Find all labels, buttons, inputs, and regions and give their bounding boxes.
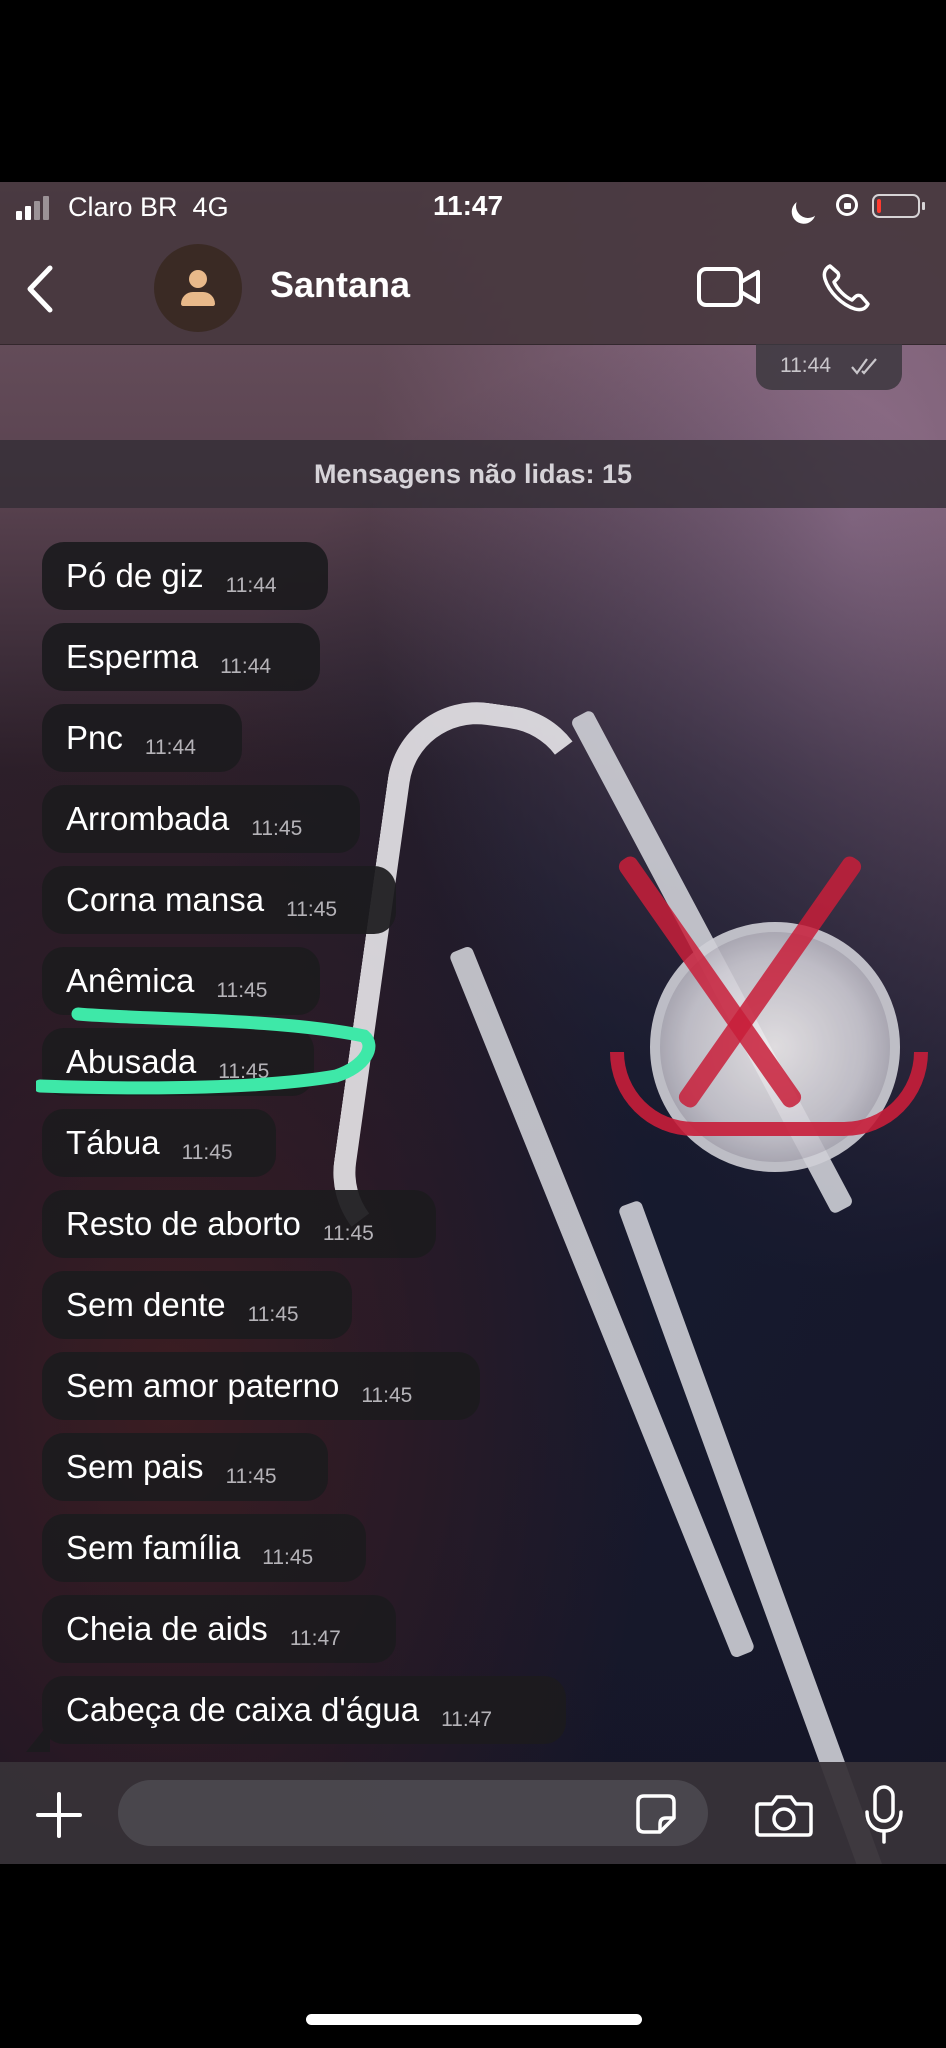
avatar-person-icon [189,270,207,288]
phone-icon[interactable] [818,260,874,316]
message-bubble[interactable]: Sem pais 11:45 [42,1433,328,1501]
message-bubble[interactable]: Sem amor paterno 11:45 [42,1352,480,1420]
message-text: Sem família [66,1529,241,1566]
message-time: 11:45 [181,1141,233,1164]
message-time: 11:45 [286,898,338,921]
message-time: 11:45 [225,1465,277,1488]
message-text: Arrombada [66,800,230,837]
message-text: Tábua [66,1124,160,1161]
contact-name[interactable]: Santana [270,264,410,306]
chevron-left-icon[interactable] [22,262,62,316]
message-bubble[interactable]: Tábua 11:45 [42,1109,276,1177]
network-type: 4G [192,192,229,222]
message-text: Esperma [66,638,199,675]
message-bubble[interactable]: Arrombada 11:45 [42,785,360,853]
message-time: 11:45 [218,1060,270,1083]
battery-level [877,199,881,213]
orientation-lock-icon [836,194,858,216]
message-bubble[interactable]: Pnc 11:44 [42,704,242,772]
message-text: Abusada [66,1043,197,1080]
message-time: 11:47 [441,1708,493,1731]
unread-messages-banner: Mensagens não lidas: 15 [0,440,946,508]
message-text: Sem amor paterno [66,1367,340,1404]
message-bubble[interactable]: Sem família 11:45 [42,1514,366,1582]
avatar[interactable] [154,244,242,332]
message-text: Cabeça de caixa d'água [66,1691,420,1728]
message-time: 11:45 [216,979,268,1002]
chat-header [0,234,946,345]
home-indicator[interactable] [306,2014,642,2025]
message-time: 11:45 [251,817,303,840]
message-time: 11:44 [780,354,831,377]
battery-icon [872,194,925,218]
message-time: 11:47 [289,1627,341,1650]
status-time: 11:47 [433,190,504,221]
plus-icon[interactable] [34,1790,84,1840]
message-text: Sem dente [66,1286,226,1323]
message-bubble[interactable]: Cheia de aids 11:47 [42,1595,396,1663]
message-bubble[interactable]: Resto de aborto 11:45 [42,1190,436,1258]
message-bubble[interactable]: Cabeça de caixa d'água 11:47 [42,1676,566,1744]
message-bubble[interactable]: Anêmica 11:45 [42,947,320,1015]
message-text: Pó de giz [66,557,204,594]
message-input[interactable] [118,1780,708,1846]
microphone-icon[interactable] [862,1784,906,1846]
message-time: 11:45 [322,1222,374,1245]
message-time: 11:44 [225,574,277,597]
camera-icon[interactable] [754,1792,814,1838]
message-time: 11:45 [247,1303,299,1326]
message-text: Cheia de aids [66,1610,268,1647]
message-bubble[interactable]: Abusada 11:45 [42,1028,314,1096]
message-bubble[interactable]: Corna mansa 11:45 [42,866,396,934]
message-time: 11:44 [220,655,272,678]
sticker-icon[interactable] [634,1792,678,1836]
message-time: 11:45 [361,1384,413,1407]
video-camera-icon[interactable] [696,264,762,310]
message-bubble[interactable]: Sem dente 11:45 [42,1271,352,1339]
message-bubble[interactable]: Esperma 11:44 [42,623,320,691]
avatar-person-icon-body [181,292,215,306]
double-check-icon [851,358,877,375]
message-bubble[interactable]: Pó de giz 11:44 [42,542,328,610]
message-text: Anêmica [66,962,195,999]
message-time: 11:44 [144,736,196,759]
message-text: Resto de aborto [66,1205,301,1242]
message-time: 11:45 [262,1546,314,1569]
carrier-label: Claro BR 4G [68,192,229,222]
message-text: Pnc [66,719,123,756]
message-text: Sem pais [66,1448,204,1485]
message-text: Corna mansa [66,881,265,918]
